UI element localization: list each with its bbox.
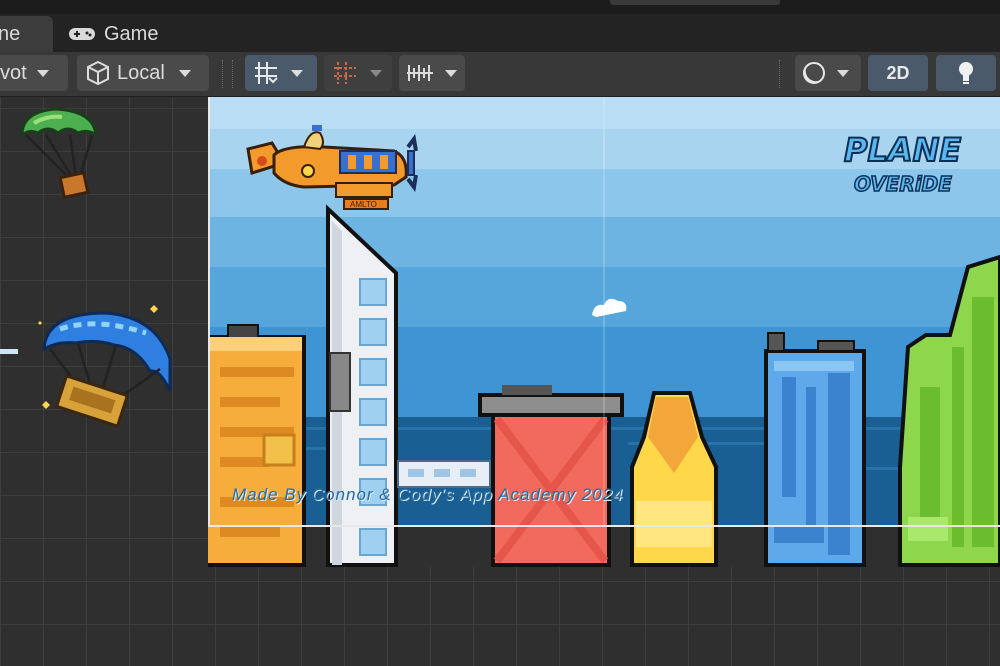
credit-text: Made By Connor & Cody's App Academy 2024 bbox=[232, 485, 624, 504]
tab-scene-label: ne bbox=[0, 22, 21, 45]
chevron-down-icon bbox=[370, 69, 382, 77]
cube-icon bbox=[87, 60, 109, 86]
chevron-down-icon bbox=[445, 69, 457, 77]
editor-top-strip bbox=[0, 0, 1000, 14]
pivot-label: vot bbox=[0, 61, 27, 84]
toolbar-separator bbox=[232, 60, 235, 88]
gamepad-icon bbox=[69, 28, 95, 40]
orange-building bbox=[208, 324, 306, 567]
player-plane-sprite[interactable]: AMLTO bbox=[244, 121, 420, 213]
toolbar-separator bbox=[222, 60, 225, 88]
ruler-toggle[interactable] bbox=[399, 55, 465, 91]
chevron-down-icon bbox=[36, 69, 49, 77]
scene-viewport[interactable]: AMLTO PLANE OVERiDE Made By Connor & Cod… bbox=[0, 97, 1000, 666]
chevron-down-icon bbox=[837, 69, 849, 77]
ruler-icon bbox=[407, 65, 433, 81]
scene-toolbar: vot Local 2D bbox=[0, 52, 1000, 97]
snap-grid-icon bbox=[334, 62, 356, 84]
logo-line1: PLANE bbox=[844, 131, 961, 169]
2d-mode-label: 2D bbox=[886, 62, 910, 83]
2d-mode-toggle[interactable]: 2D bbox=[868, 55, 928, 91]
green-building bbox=[898, 254, 1000, 567]
tab-game[interactable]: Game bbox=[60, 16, 188, 52]
tab-scene[interactable]: ne bbox=[0, 16, 53, 52]
toolbar-separator bbox=[779, 60, 782, 88]
view-tab-bar: ne Game bbox=[0, 14, 1000, 52]
red-building bbox=[478, 385, 624, 567]
lightbulb-icon bbox=[959, 62, 973, 84]
blue-building bbox=[764, 332, 866, 567]
parachute-chest-sprite[interactable] bbox=[36, 299, 178, 439]
space-label: Local bbox=[117, 61, 165, 84]
chevron-down-icon bbox=[178, 69, 191, 77]
grid-snap-icon bbox=[255, 62, 278, 84]
grid-snap-toggle[interactable] bbox=[245, 55, 317, 91]
space-dropdown[interactable]: Local bbox=[77, 55, 209, 91]
render-mode-dropdown[interactable] bbox=[795, 55, 861, 91]
logo-line2: OVERiDE bbox=[854, 172, 952, 196]
parachute-crate-sprite[interactable] bbox=[18, 105, 100, 201]
offscreen-sprite-edge bbox=[0, 349, 18, 354]
snap-increment-toggle[interactable] bbox=[324, 55, 392, 91]
lighting-toggle[interactable] bbox=[936, 55, 996, 91]
yellow-building bbox=[630, 391, 718, 567]
tab-game-label: Game bbox=[104, 22, 159, 45]
chevron-down-icon bbox=[291, 69, 303, 77]
top-handle bbox=[610, 0, 780, 5]
plane-override-logo: PLANE OVERiDE bbox=[843, 130, 962, 197]
shading-sphere-icon bbox=[803, 62, 825, 84]
plane-tag-label: AMLTO bbox=[350, 200, 377, 209]
white-tower bbox=[326, 204, 398, 567]
pivot-dropdown[interactable]: vot bbox=[0, 55, 68, 91]
game-camera-view: AMLTO PLANE OVERiDE Made By Connor & Cod… bbox=[208, 97, 1000, 567]
